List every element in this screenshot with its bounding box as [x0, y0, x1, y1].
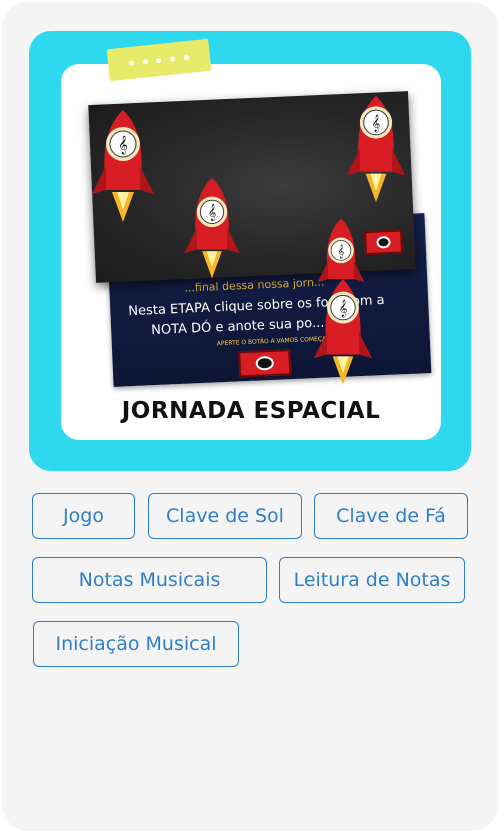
tag-iniciacao-musical[interactable]: Iniciação Musical [33, 621, 239, 667]
tag-clave-de-fa[interactable]: Clave de Fá [314, 493, 468, 539]
svg-text:𝄞: 𝄞 [339, 299, 348, 317]
product-title: JORNADA ESPACIAL [121, 398, 381, 424]
svg-text:𝄞: 𝄞 [337, 244, 344, 258]
tag-jogo[interactable]: Jogo [32, 493, 135, 539]
tag-notas-musicais[interactable]: Notas Musicais [32, 557, 267, 603]
rocket-icon: 𝄞 [92, 110, 154, 222]
tag-leitura-de-notas[interactable]: Leitura de Notas [279, 557, 465, 603]
svg-text:𝄞: 𝄞 [208, 205, 216, 221]
rocket-icon: 𝄞 [184, 177, 240, 279]
svg-text:𝄞: 𝄞 [118, 135, 127, 155]
start-button-graphic [238, 349, 292, 378]
screen-button-graphic [364, 229, 404, 256]
svg-text:𝄞: 𝄞 [372, 114, 381, 132]
rocket-icon: 𝄞 [313, 279, 373, 385]
tag-clave-de-sol[interactable]: Clave de Sol [148, 493, 302, 539]
rocket-icon: 𝄞 [346, 95, 406, 203]
